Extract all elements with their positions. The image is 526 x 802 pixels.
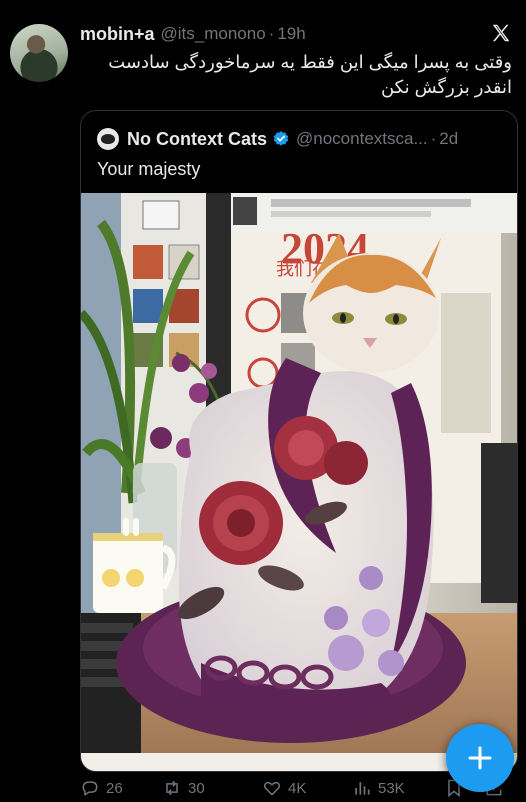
- repost-button[interactable]: 30: [162, 778, 205, 798]
- tweet-time[interactable]: 19h: [277, 24, 305, 44]
- repost-icon: [166, 780, 178, 796]
- reply-count: 26: [106, 779, 123, 797]
- x-logo-icon[interactable]: [490, 22, 512, 44]
- separator-dot: ·: [268, 24, 275, 43]
- author-avatar[interactable]: [10, 24, 68, 82]
- quoted-tweet[interactable]: No Context Cats @nocontextsca... · 2d Yo…: [80, 110, 518, 772]
- quote-author-name[interactable]: No Context Cats: [127, 129, 267, 150]
- author-name[interactable]: mobin+a: [80, 24, 155, 45]
- repost-count: 30: [188, 779, 205, 797]
- quote-time[interactable]: 2d: [439, 129, 458, 149]
- quote-separator-dot: ·: [430, 129, 437, 148]
- compose-button[interactable]: [446, 724, 514, 792]
- tweet-actions: 26 30 4K 53K: [80, 778, 520, 802]
- plus-icon: [468, 746, 492, 770]
- tweet-text: وقتی به پسرا میگی این فقط یه سرماخوردگی …: [108, 52, 512, 97]
- quote-header: No Context Cats @nocontextsca... · 2d: [97, 127, 505, 151]
- views-icon: [355, 782, 370, 795]
- reply-button[interactable]: 26: [80, 778, 123, 798]
- reply-icon: [82, 781, 98, 796]
- verified-badge-icon: [273, 131, 289, 146]
- quote-avatar[interactable]: [97, 128, 119, 150]
- cat-photo[interactable]: 2024 我们在桑拿年会: [81, 193, 517, 771]
- quote-author-handle[interactable]: @nocontextsca...: [296, 129, 428, 149]
- views-button[interactable]: 53K: [352, 778, 405, 798]
- tweet-header: mobin+a @its_monono · 19h: [80, 22, 512, 46]
- like-count: 4K: [288, 779, 307, 797]
- quote-text: Your majesty: [97, 159, 201, 179]
- author-handle[interactable]: @its_monono: [161, 24, 266, 44]
- like-button[interactable]: 4K: [262, 778, 306, 798]
- views-count: 53K: [378, 779, 405, 797]
- heart-icon: [263, 781, 281, 796]
